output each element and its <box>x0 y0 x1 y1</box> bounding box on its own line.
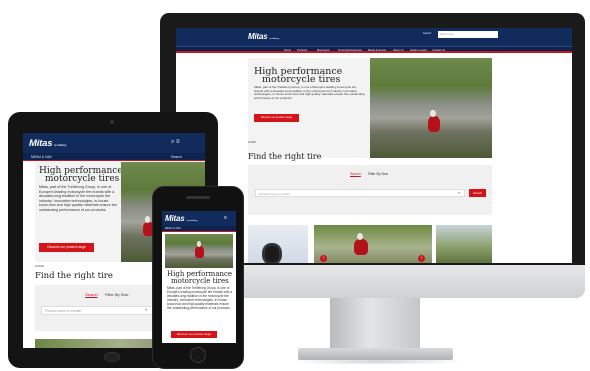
header-search-input[interactable]: Search here <box>438 31 498 38</box>
hero-rider-photo <box>165 234 233 268</box>
phone-subnav: MENU & NAV <box>162 226 236 232</box>
tab-search[interactable]: Search <box>350 172 361 176</box>
phone-screen: Mitas by trelleborg ≡ MENU & NAV High per… <box>162 211 236 343</box>
find-tire-title: Find the right tire <box>248 152 322 161</box>
phone-header: Mitas by trelleborg ≡ <box>162 211 236 226</box>
carousel-card-tyre[interactable] <box>248 225 308 263</box>
product-search-input[interactable]: Product name or number <box>41 306 153 315</box>
hero-description: Mitas, part of the Trelleborg Group, is … <box>167 286 233 310</box>
phone-speaker <box>186 196 210 199</box>
breadcrumb[interactable]: HOME <box>35 264 44 268</box>
carousel-card-touring[interactable] <box>436 225 492 263</box>
find-tire-title: Find the right tire <box>35 271 113 281</box>
tyre-icon <box>262 243 282 263</box>
motorcycle-rider-icon <box>195 241 204 258</box>
motorcycle-rider-icon <box>428 109 440 132</box>
nav-item-about[interactable]: About Us <box>393 49 404 52</box>
search-toggle[interactable]: Search <box>171 155 182 159</box>
tablet-header: Mitas by trelleborg ⌕ ≡ <box>23 133 205 153</box>
hero-description: Mitas, part of the Trelleborg Group, is … <box>39 185 117 212</box>
product-carousel: ‹ › <box>248 225 492 263</box>
site-logo[interactable]: Mitas by trelleborg <box>29 138 66 149</box>
nav-item-technical[interactable]: Technical Resources <box>338 49 362 52</box>
carousel-next-icon[interactable]: › <box>418 255 425 262</box>
motorcycle-rider-icon <box>354 232 368 255</box>
tab-filter-by-size[interactable]: Filter By Size <box>368 172 388 176</box>
breadcrumb[interactable]: HOME <box>248 141 256 144</box>
tablet-home-button <box>104 352 120 362</box>
menu-toggle[interactable]: MENU & NAV <box>165 227 181 230</box>
nav-item-products[interactable]: Products <box>297 49 307 52</box>
desktop-header: Mitas by trelleborg Search Search here <box>176 28 572 46</box>
main-nav: Home Products Motorsport Technical Resou… <box>176 46 572 53</box>
monitor-foot <box>298 348 453 360</box>
discover-products-button[interactable]: Discover our product range <box>171 331 217 338</box>
hero-description: Mitas, part of the Trelleborg Group, is … <box>254 85 365 100</box>
monitor-stand <box>330 298 420 352</box>
menu-toggle[interactable]: MENU & NAV <box>31 155 52 159</box>
site-logo[interactable]: Mitas by trelleborg <box>248 32 279 41</box>
tablet-subnav: MENU & NAV Search <box>23 153 205 161</box>
responsive-mockup: Mitas by trelleborg Search Search here Ho… <box>0 0 590 371</box>
tab-filter-by-size[interactable]: Filter By Size <box>105 292 129 297</box>
nav-item-media[interactable]: Media & Events <box>368 49 386 52</box>
carousel-card-racing[interactable]: ‹ › <box>314 225 432 263</box>
carousel-prev-icon[interactable]: ‹ <box>320 255 327 262</box>
search-icon: ⌕ <box>458 190 461 195</box>
tab-search[interactable]: Search <box>85 292 98 297</box>
nav-item-motorsport[interactable]: Motorsport <box>317 49 329 52</box>
phone-home-button <box>190 347 206 363</box>
util-search-label: Search <box>423 32 432 35</box>
tablet-camera <box>110 120 114 124</box>
hero-title: High performance motorcycle tires <box>39 166 123 184</box>
discover-products-button[interactable]: Discover our product range <box>254 114 299 122</box>
hero-rider-photo <box>370 58 492 158</box>
product-search-input[interactable]: Product name or number <box>255 189 465 197</box>
nav-item-home[interactable]: Home <box>284 49 291 52</box>
site-logo[interactable]: Mitas by trelleborg <box>165 214 197 223</box>
hero-title: High performance motorcycle tires <box>254 66 343 85</box>
nav-item-contact[interactable]: Contact Us <box>432 49 445 52</box>
menu-icon[interactable]: ⌕ ≡ <box>171 139 180 146</box>
nav-item-dealer[interactable]: Dealer Locator <box>410 49 427 52</box>
hero-title: High performance motorcycle tires <box>167 270 233 285</box>
discover-products-button[interactable]: Discover our product range <box>39 243 94 252</box>
search-button[interactable]: Search <box>469 189 486 197</box>
search-icon: ⌕ <box>145 307 148 312</box>
menu-icon[interactable]: ≡ <box>224 215 227 221</box>
